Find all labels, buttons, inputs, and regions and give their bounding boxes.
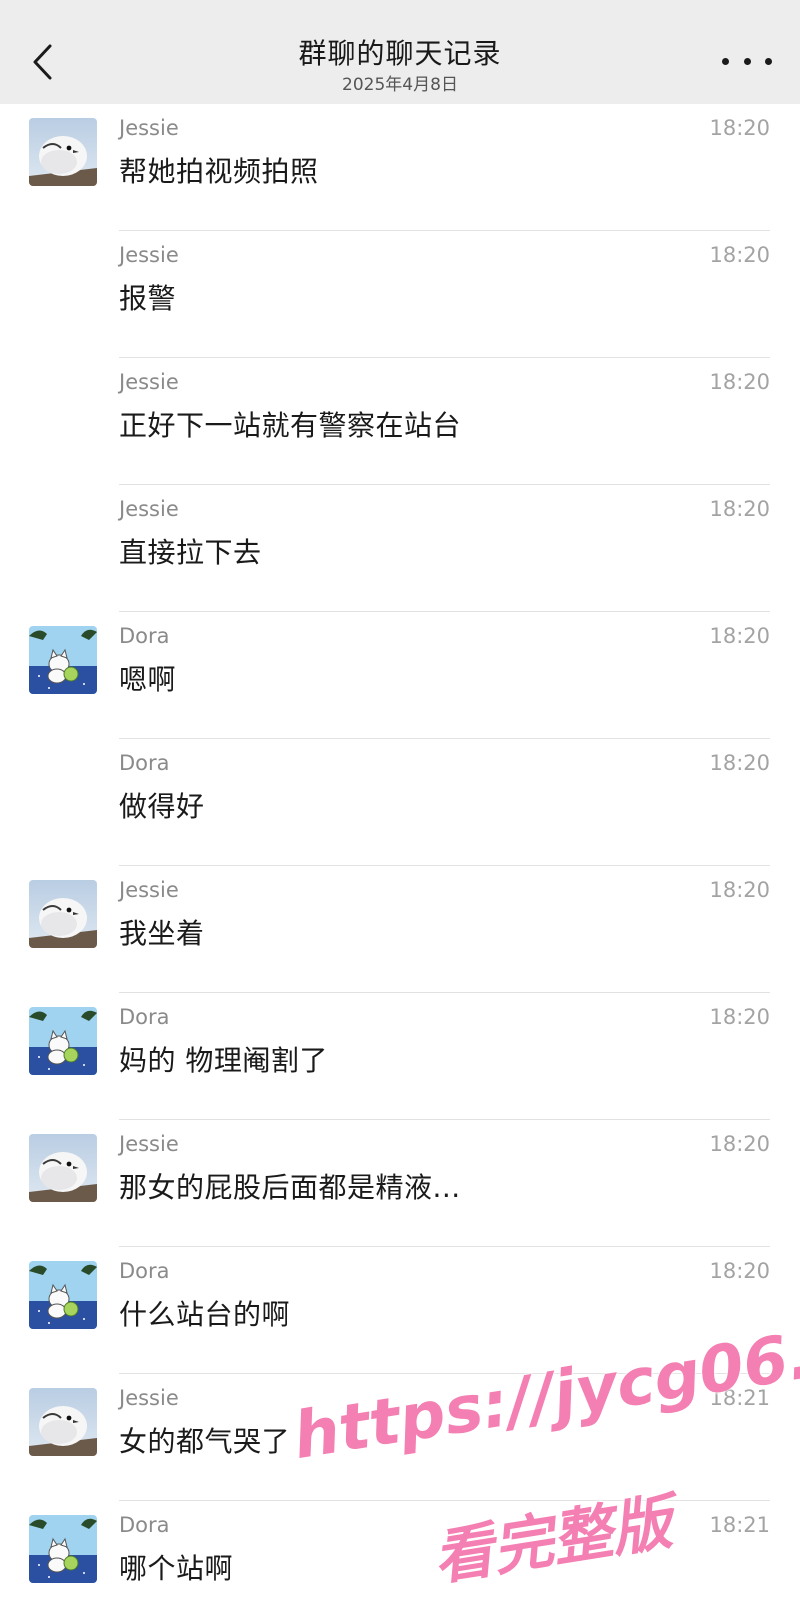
dora-cat-avatar[interactable] — [29, 626, 97, 694]
jessie-bird-avatar[interactable] — [29, 118, 97, 186]
jessie-bird-avatar[interactable] — [29, 1388, 97, 1456]
message-text[interactable]: 妈的 物理阉割了 — [119, 1039, 328, 1079]
message-row[interactable]: Dora 18:21 哪个站啊 — [0, 1501, 800, 1615]
message-text[interactable]: 女的都气哭了 — [119, 1420, 290, 1460]
sender-name: Jessie — [119, 116, 179, 140]
page-title: 群聊的聊天记录 — [298, 37, 502, 70]
more-options-button[interactable] — [722, 50, 772, 72]
message-row[interactable]: Dora 18:20 做得好 — [0, 739, 800, 866]
message-row[interactable]: Jessie 18:21 女的都气哭了 — [0, 1374, 800, 1501]
message-row[interactable]: Dora 18:20 什么站台的啊 — [0, 1247, 800, 1374]
dora-cat-avatar[interactable] — [29, 1261, 97, 1329]
sender-name: Jessie — [119, 878, 179, 902]
sender-name: Jessie — [119, 243, 179, 267]
navigation-bar: 群聊的聊天记录 2025年4月8日 — [0, 0, 800, 104]
message-row[interactable]: Jessie 18:20 那女的屁股后面都是精液... — [0, 1120, 800, 1247]
sender-name: Dora — [119, 751, 170, 775]
message-text[interactable]: 做得好 — [119, 785, 205, 825]
sender-name: Jessie — [119, 497, 179, 521]
dot-icon — [722, 57, 729, 65]
message-text[interactable]: 报警 — [119, 277, 176, 317]
chat-history-page: 群聊的聊天记录 2025年4月8日 Jessie 18:20 帮她拍视频拍照 Jess… — [0, 0, 800, 1615]
sender-name: Dora — [119, 1259, 170, 1283]
message-row[interactable]: Jessie 18:20 帮她拍视频拍照 — [0, 104, 800, 231]
page-date: 2025年4月8日 — [342, 75, 458, 95]
message-time: 18:20 — [709, 1005, 770, 1029]
message-time: 18:20 — [709, 1259, 770, 1283]
sender-name: Dora — [119, 1513, 170, 1537]
message-text[interactable]: 帮她拍视频拍照 — [119, 150, 319, 190]
message-row[interactable]: Dora 18:20 嗯啊 — [0, 612, 800, 739]
message-time: 18:20 — [709, 878, 770, 902]
dot-icon — [743, 57, 751, 65]
message-time: 18:20 — [709, 370, 770, 394]
message-text[interactable]: 正好下一站就有警察在站台 — [119, 404, 461, 444]
message-time: 18:20 — [709, 497, 770, 521]
message-list[interactable]: Jessie 18:20 帮她拍视频拍照 Jessie 18:20 报警 Jessie 18:… — [0, 104, 800, 1615]
message-time: 18:20 — [709, 1132, 770, 1156]
message-text[interactable]: 那女的屁股后面都是精液... — [119, 1166, 461, 1206]
dora-cat-avatar[interactable] — [29, 1007, 97, 1075]
message-text[interactable]: 什么站台的啊 — [119, 1293, 290, 1333]
sender-name: Jessie — [119, 370, 179, 394]
message-text[interactable]: 哪个站啊 — [119, 1547, 233, 1587]
sender-name: Jessie — [119, 1386, 179, 1410]
sender-name: Dora — [119, 1005, 170, 1029]
message-time: 18:21 — [709, 1513, 770, 1537]
jessie-bird-avatar[interactable] — [29, 1134, 97, 1202]
sender-name: Dora — [119, 624, 170, 648]
message-time: 18:20 — [709, 751, 770, 775]
message-time: 18:20 — [709, 624, 770, 648]
message-row[interactable]: Dora 18:20 妈的 物理阉割了 — [0, 993, 800, 1120]
jessie-bird-avatar[interactable] — [29, 880, 97, 948]
sender-name: Jessie — [119, 1132, 179, 1156]
message-text[interactable]: 嗯啊 — [119, 658, 176, 698]
message-time: 18:20 — [709, 243, 770, 267]
message-time: 18:21 — [709, 1386, 770, 1410]
message-row[interactable]: Jessie 18:20 正好下一站就有警察在站台 — [0, 358, 800, 485]
message-row[interactable]: Jessie 18:20 直接拉下去 — [0, 485, 800, 612]
message-text[interactable]: 直接拉下去 — [119, 531, 262, 571]
message-row[interactable]: Jessie 18:20 报警 — [0, 231, 800, 358]
message-row[interactable]: Jessie 18:20 我坐着 — [0, 866, 800, 993]
message-time: 18:20 — [709, 116, 770, 140]
dot-icon — [765, 57, 772, 65]
message-text[interactable]: 我坐着 — [119, 912, 205, 952]
dora-cat-avatar[interactable] — [29, 1515, 97, 1583]
